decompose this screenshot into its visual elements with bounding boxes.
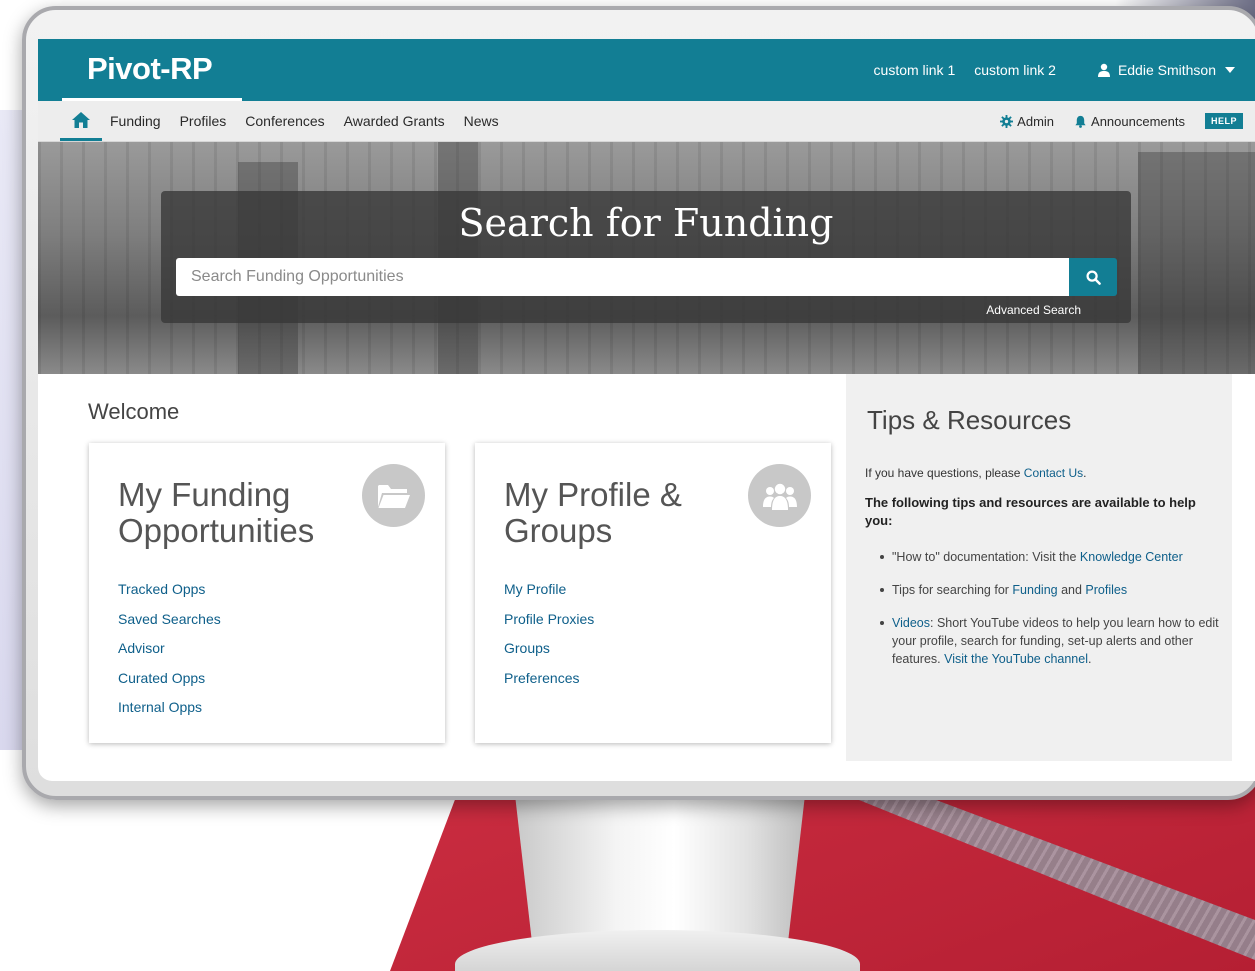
bell-icon [1075, 115, 1086, 128]
tips-list: "How to" documentation: Visit the Knowle… [880, 548, 1220, 683]
list-item: Videos: Short YouTube videos to help you… [880, 614, 1220, 668]
videos-link[interactable]: Videos [892, 616, 930, 630]
search-input[interactable] [176, 258, 1069, 296]
user-menu[interactable]: Eddie Smithson [1097, 62, 1235, 78]
tip-text: "How to" documentation: Visit the [892, 550, 1080, 564]
top-bar: Pivot-RP custom link 1 custom link 2 Edd… [38, 39, 1255, 101]
card-title: My Funding Opportunities [118, 476, 315, 549]
funding-tips-link[interactable]: Funding [1012, 583, 1057, 597]
list-item: Tips for searching for Funding and Profi… [880, 581, 1220, 599]
card-title: My Profile & Groups [504, 476, 682, 549]
link-my-profile[interactable]: My Profile [504, 581, 594, 611]
gear-icon [1000, 114, 1014, 128]
tips-intro: If you have questions, please Contact Us… [865, 466, 1086, 480]
main-nav: Funding Profiles Conferences Awarded Gra… [60, 101, 518, 141]
profiles-tips-link[interactable]: Profiles [1085, 583, 1127, 597]
top-links: custom link 1 custom link 2 Eddie Smiths… [874, 39, 1255, 101]
tips-intro-end: . [1083, 466, 1087, 480]
nav-item-funding[interactable]: Funding [110, 113, 161, 129]
card-links: My Profile Profile Proxies Groups Prefer… [504, 581, 594, 699]
search-title: Search for Funding [458, 201, 834, 245]
nav-item-news[interactable]: News [464, 113, 499, 129]
admin-label: Admin [1017, 113, 1055, 129]
search-icon [1085, 269, 1101, 285]
user-icon [1097, 63, 1110, 77]
link-tracked-opps[interactable]: Tracked Opps [118, 581, 221, 611]
link-curated-opps[interactable]: Curated Opps [118, 670, 221, 700]
link-preferences[interactable]: Preferences [504, 670, 594, 700]
hero-building-shape [1138, 152, 1255, 374]
nav-item-profiles[interactable]: Profiles [180, 113, 227, 129]
logo[interactable]: Pivot-RP [62, 39, 242, 101]
tips-title: Tips & Resources [867, 405, 1072, 435]
nav-item-conferences[interactable]: Conferences [245, 113, 324, 129]
caret-down-icon [1225, 67, 1235, 73]
knowledge-center-link[interactable]: Knowledge Center [1080, 550, 1183, 564]
users-icon [748, 464, 811, 527]
tip-text: Tips for searching for [892, 583, 1013, 597]
contact-us-link[interactable]: Contact Us [1024, 466, 1083, 480]
logo-text: Pivot-RP [87, 51, 213, 86]
search-button[interactable] [1069, 258, 1117, 296]
link-groups[interactable]: Groups [504, 640, 594, 670]
youtube-channel-link[interactable]: Visit the YouTube channel [944, 652, 1088, 666]
user-name: Eddie Smithson [1117, 62, 1216, 78]
announcements-label: Announcements [1091, 113, 1185, 129]
link-advisor[interactable]: Advisor [118, 640, 221, 670]
nav-item-awarded-grants[interactable]: Awarded Grants [344, 113, 445, 129]
search-panel: Search for Funding Advanced Search [161, 191, 1131, 323]
tips-intro-text: If you have questions, please [865, 466, 1024, 480]
profile-card: My Profile & Groups My Profile Profile P… [475, 443, 831, 743]
tip-text: . [1088, 652, 1092, 666]
announcements-link[interactable]: Announcements [1074, 114, 1185, 129]
link-saved-searches[interactable]: Saved Searches [118, 611, 221, 641]
link-profile-proxies[interactable]: Profile Proxies [504, 611, 594, 641]
admin-link[interactable]: Admin [1000, 114, 1054, 129]
advanced-search-link[interactable]: Advanced Search [986, 303, 1081, 317]
tip-text: and [1057, 583, 1086, 597]
home-icon [72, 111, 90, 128]
welcome-heading: Welcome [88, 399, 180, 424]
custom-link-2[interactable]: custom link 2 [974, 62, 1056, 78]
tips-lead: The following tips and resources are ava… [865, 495, 1196, 528]
card-links: Tracked Opps Saved Searches Advisor Cura… [118, 581, 221, 729]
tips-sidebar: Tips & Resources If you have questions, … [846, 374, 1232, 761]
app-screen: Pivot-RP custom link 1 custom link 2 Edd… [38, 39, 1255, 781]
nav-bar: Funding Profiles Conferences Awarded Gra… [38, 101, 1255, 142]
nav-home[interactable] [60, 101, 102, 141]
link-internal-opps[interactable]: Internal Opps [118, 699, 221, 729]
help-button[interactable]: HELP [1204, 113, 1243, 129]
folder-open-icon [362, 464, 425, 527]
list-item: "How to" documentation: Visit the Knowle… [880, 548, 1220, 566]
funding-card: My Funding Opportunities Tracked Opps Sa… [89, 443, 445, 743]
hero-banner: Search for Funding Advanced Search [38, 142, 1255, 374]
nav-utilities: Admin Announcements HELP [980, 101, 1243, 141]
custom-link-1[interactable]: custom link 1 [874, 62, 956, 78]
